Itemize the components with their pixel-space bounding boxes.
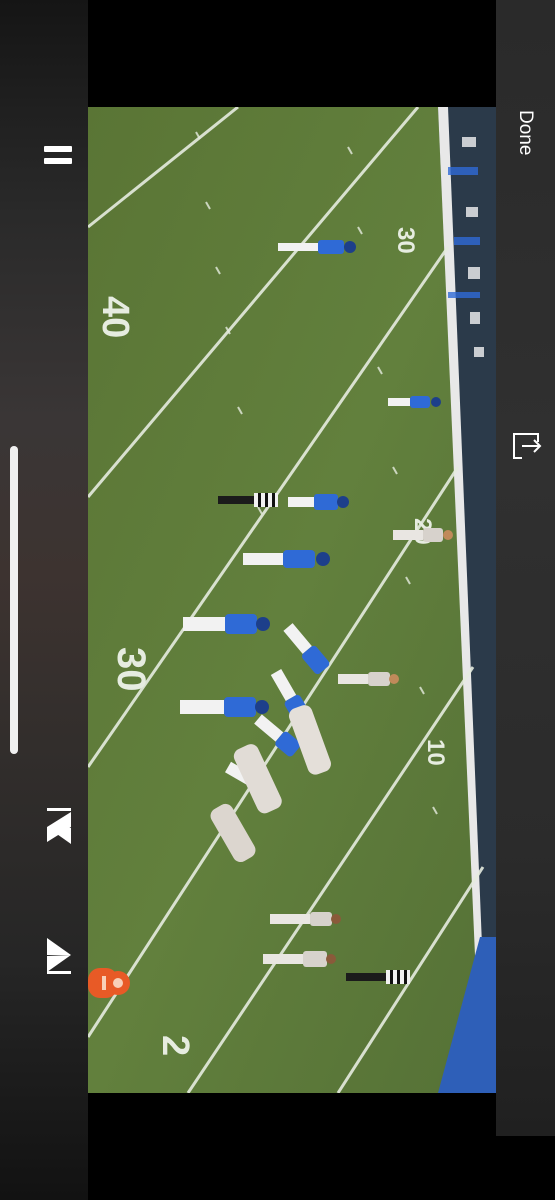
share-icon[interactable] <box>508 428 544 464</box>
yard-number-30-right: 30 <box>392 227 419 254</box>
video-frame[interactable]: 40 30 30 20 10 2 <box>88 107 496 1093</box>
yard-number-10: 10 <box>422 739 449 766</box>
yard-number-30-left: 30 <box>109 647 153 692</box>
skip-back-icon[interactable] <box>44 806 74 848</box>
pause-icon[interactable] <box>44 143 72 167</box>
yard-number-40: 40 <box>94 296 136 338</box>
right-control-panel <box>496 0 555 1136</box>
player-home <box>180 697 269 717</box>
video-player-screen: 40 30 30 20 10 2 <box>0 0 555 1200</box>
down-marker <box>88 968 130 998</box>
skip-forward-icon[interactable] <box>44 934 74 976</box>
player-away <box>338 672 399 686</box>
scrubber-progress <box>10 446 18 754</box>
done-button[interactable]: Done <box>505 110 545 155</box>
football-game-video: 40 30 30 20 10 2 <box>88 107 496 1093</box>
yard-number-2: 2 <box>154 1035 196 1056</box>
playback-scrubber[interactable] <box>10 446 18 754</box>
player-away <box>270 912 341 926</box>
